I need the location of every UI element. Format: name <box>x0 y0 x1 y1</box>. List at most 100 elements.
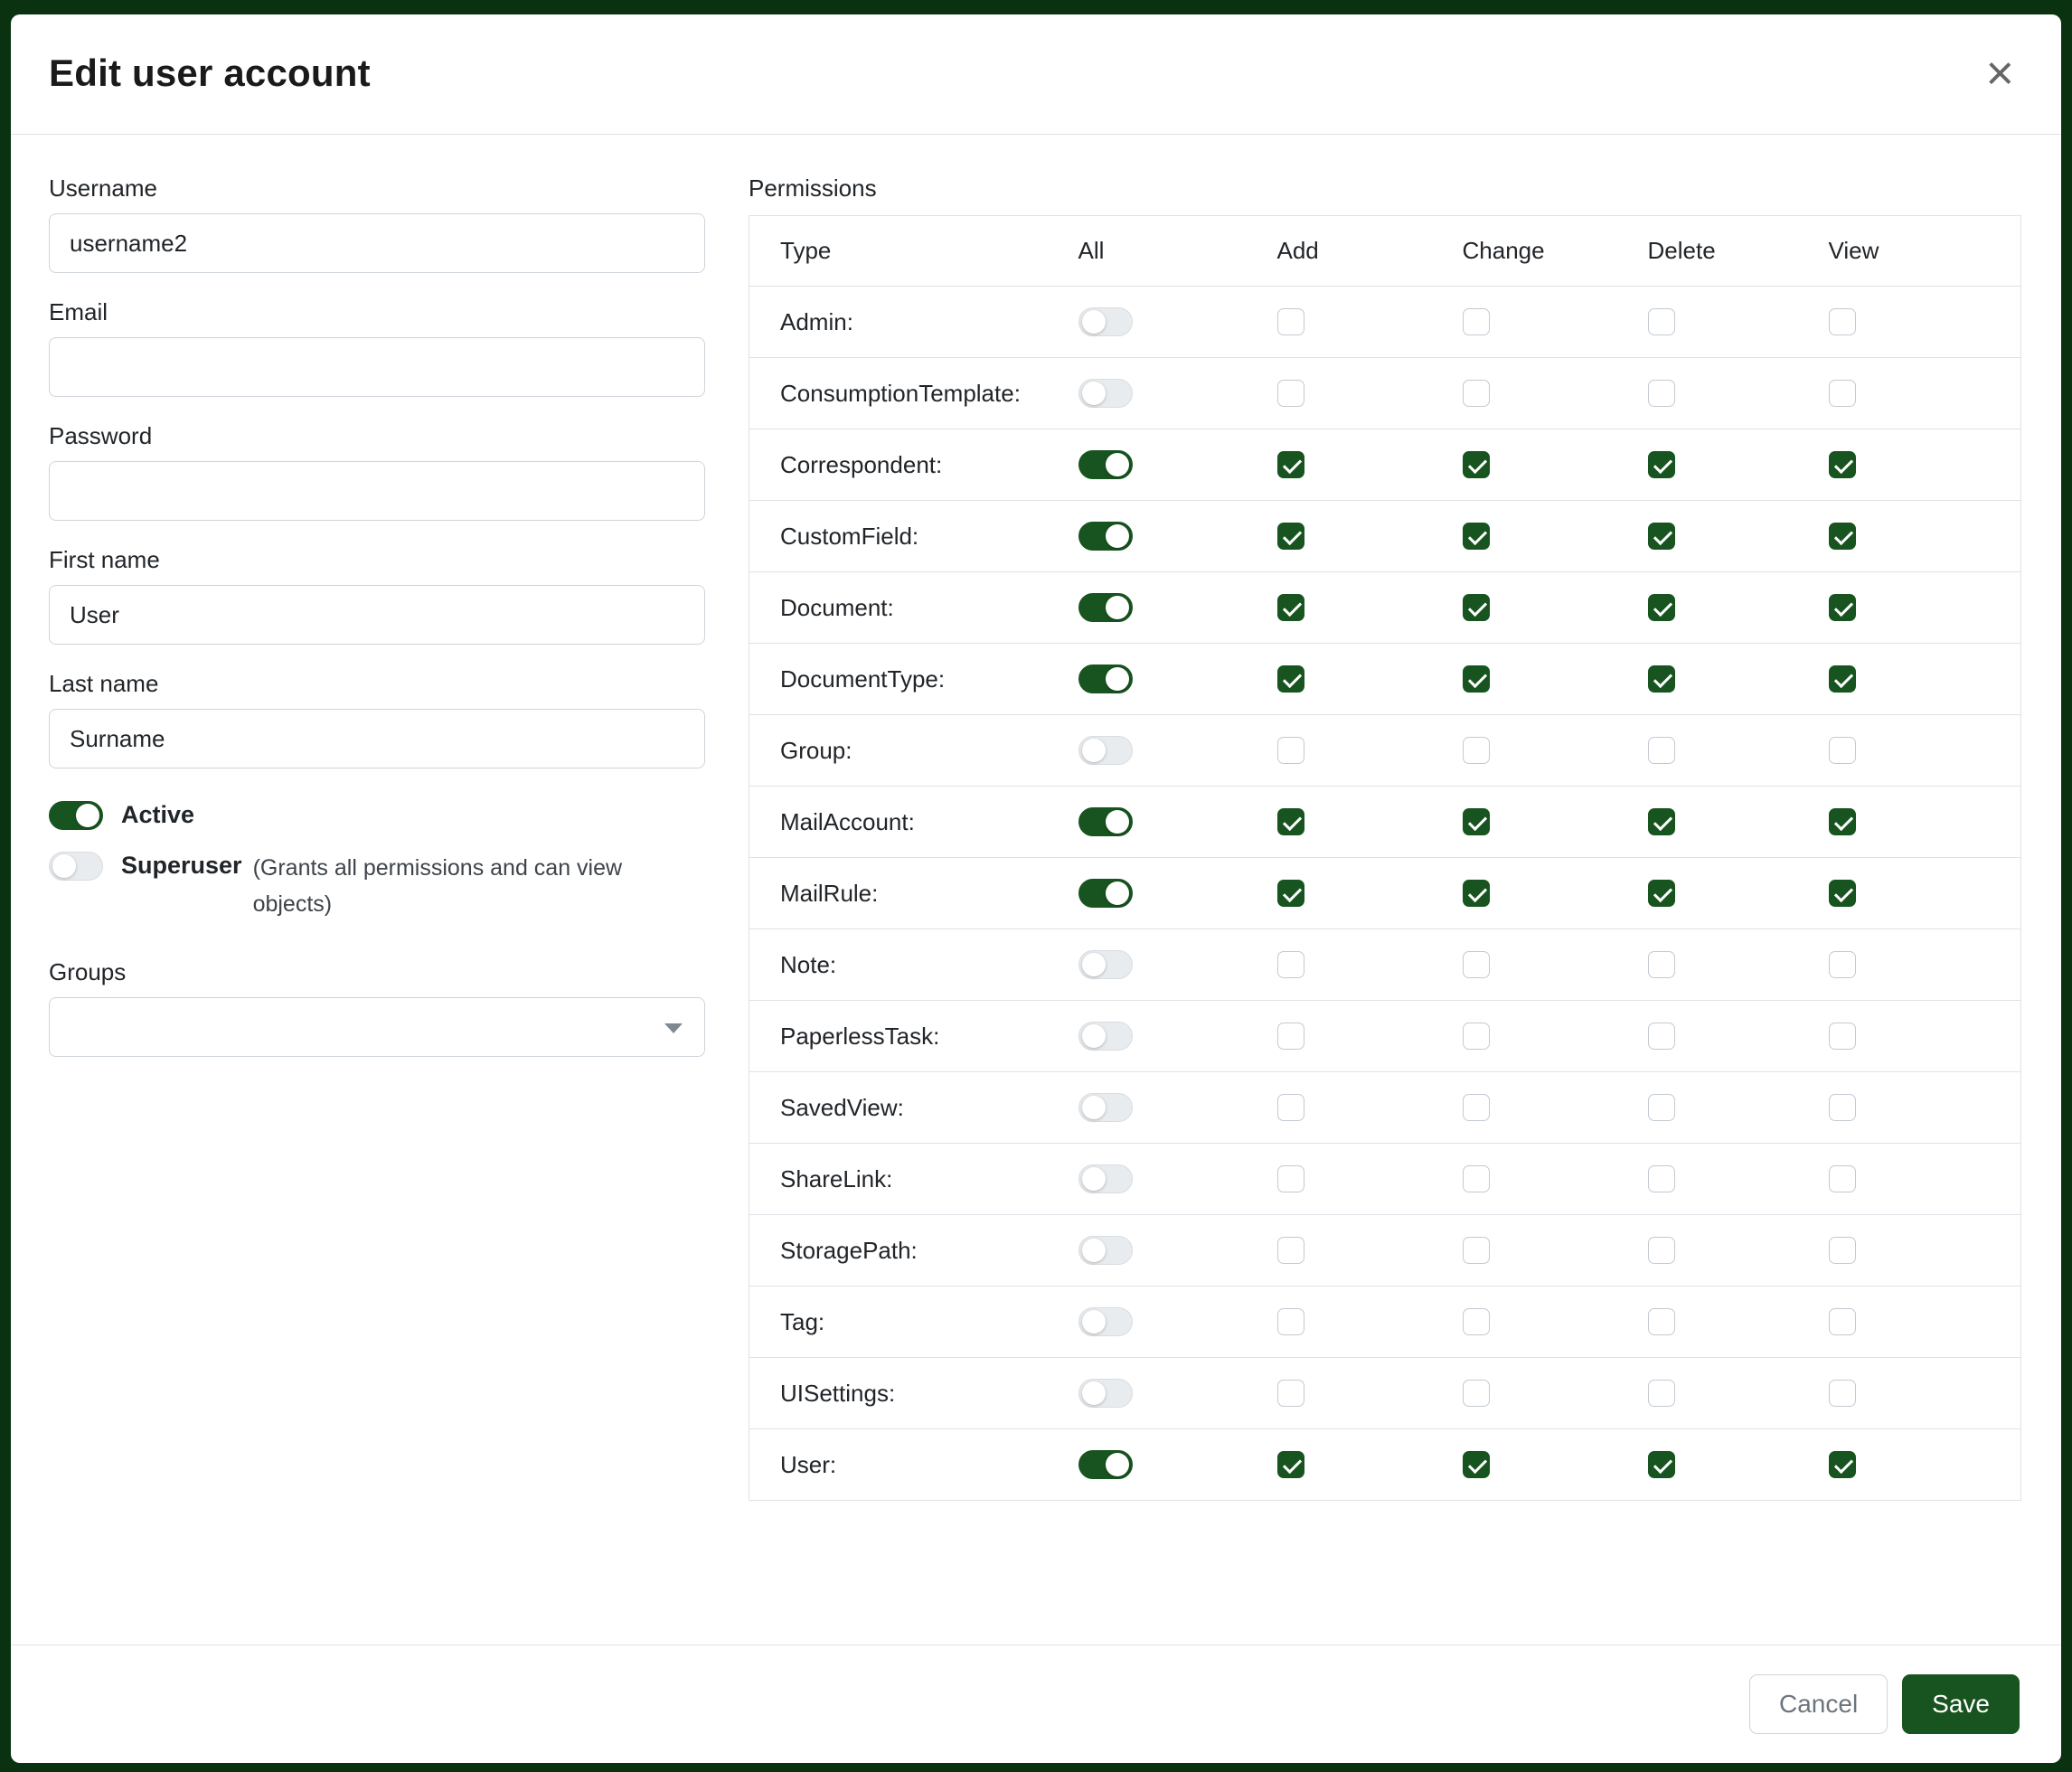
permission-delete-checkbox[interactable] <box>1648 1308 1675 1335</box>
permission-delete-checkbox[interactable] <box>1648 737 1675 764</box>
permission-delete-checkbox[interactable] <box>1648 1094 1675 1121</box>
permission-view-checkbox[interactable] <box>1829 880 1856 907</box>
permission-delete-checkbox[interactable] <box>1648 523 1675 550</box>
first-name-label: First name <box>49 546 705 574</box>
groups-select[interactable] <box>49 997 705 1057</box>
permission-all-toggle[interactable] <box>1078 307 1133 336</box>
permission-delete-checkbox[interactable] <box>1648 308 1675 335</box>
permission-all-toggle[interactable] <box>1078 807 1133 836</box>
permission-delete-checkbox[interactable] <box>1648 451 1675 478</box>
permission-all-toggle[interactable] <box>1078 450 1133 479</box>
permission-view-checkbox[interactable] <box>1829 1237 1856 1264</box>
permission-view-checkbox[interactable] <box>1829 951 1856 978</box>
permission-add-checkbox[interactable] <box>1277 308 1304 335</box>
permission-view-checkbox[interactable] <box>1829 594 1856 621</box>
permission-all-toggle[interactable] <box>1078 1450 1133 1479</box>
permission-type-label: UISettings: <box>749 1358 1048 1429</box>
permission-change-checkbox[interactable] <box>1463 951 1490 978</box>
permission-all-toggle[interactable] <box>1078 1093 1133 1122</box>
permission-delete-checkbox[interactable] <box>1648 880 1675 907</box>
permission-delete-checkbox[interactable] <box>1648 1237 1675 1264</box>
permission-all-toggle[interactable] <box>1078 379 1133 408</box>
permission-view-checkbox[interactable] <box>1829 308 1856 335</box>
permission-add-checkbox[interactable] <box>1277 665 1304 693</box>
permission-view-checkbox[interactable] <box>1829 451 1856 478</box>
permission-change-checkbox[interactable] <box>1463 1094 1490 1121</box>
permission-change-checkbox[interactable] <box>1463 808 1490 835</box>
permission-add-checkbox[interactable] <box>1277 1451 1304 1478</box>
permission-add-checkbox[interactable] <box>1277 1023 1304 1050</box>
permission-view-checkbox[interactable] <box>1829 1023 1856 1050</box>
permission-add-checkbox[interactable] <box>1277 951 1304 978</box>
first-name-input[interactable] <box>49 585 705 645</box>
permission-all-toggle[interactable] <box>1078 1379 1133 1408</box>
username-input[interactable] <box>49 213 705 273</box>
permission-view-checkbox[interactable] <box>1829 1308 1856 1335</box>
permission-delete-checkbox[interactable] <box>1648 380 1675 407</box>
permission-all-toggle[interactable] <box>1078 950 1133 979</box>
last-name-input[interactable] <box>49 709 705 768</box>
permission-delete-checkbox[interactable] <box>1648 808 1675 835</box>
permission-add-checkbox[interactable] <box>1277 1165 1304 1192</box>
cancel-button[interactable]: Cancel <box>1749 1674 1888 1734</box>
permission-view-checkbox[interactable] <box>1829 1380 1856 1407</box>
permission-delete-checkbox[interactable] <box>1648 1023 1675 1050</box>
superuser-toggle[interactable] <box>49 852 103 881</box>
permission-change-checkbox[interactable] <box>1463 451 1490 478</box>
permission-delete-checkbox[interactable] <box>1648 951 1675 978</box>
permission-view-checkbox[interactable] <box>1829 523 1856 550</box>
permission-view-checkbox[interactable] <box>1829 808 1856 835</box>
permission-add-checkbox[interactable] <box>1277 1380 1304 1407</box>
permission-all-toggle[interactable] <box>1078 593 1133 622</box>
permission-view-checkbox[interactable] <box>1829 1094 1856 1121</box>
permission-delete-checkbox[interactable] <box>1648 665 1675 693</box>
permission-add-checkbox[interactable] <box>1277 523 1304 550</box>
permission-add-checkbox[interactable] <box>1277 594 1304 621</box>
permission-view-checkbox[interactable] <box>1829 1451 1856 1478</box>
permission-change-checkbox[interactable] <box>1463 737 1490 764</box>
permission-delete-checkbox[interactable] <box>1648 594 1675 621</box>
permission-view-checkbox[interactable] <box>1829 1165 1856 1192</box>
permission-all-toggle[interactable] <box>1078 522 1133 551</box>
permission-change-checkbox[interactable] <box>1463 1237 1490 1264</box>
permission-delete-checkbox[interactable] <box>1648 1451 1675 1478</box>
permission-change-checkbox[interactable] <box>1463 1451 1490 1478</box>
toggle-knob <box>1082 1239 1106 1262</box>
close-icon[interactable]: × <box>1980 49 2020 98</box>
permission-add-checkbox[interactable] <box>1277 380 1304 407</box>
permission-view-checkbox[interactable] <box>1829 737 1856 764</box>
permission-change-checkbox[interactable] <box>1463 1165 1490 1192</box>
permission-add-checkbox[interactable] <box>1277 451 1304 478</box>
active-toggle[interactable] <box>49 801 103 830</box>
permission-add-checkbox[interactable] <box>1277 1308 1304 1335</box>
permission-add-checkbox[interactable] <box>1277 1094 1304 1121</box>
permission-change-checkbox[interactable] <box>1463 1380 1490 1407</box>
permission-all-toggle[interactable] <box>1078 736 1133 765</box>
permission-all-toggle[interactable] <box>1078 1164 1133 1193</box>
permission-change-checkbox[interactable] <box>1463 380 1490 407</box>
permission-all-toggle[interactable] <box>1078 664 1133 693</box>
permission-change-checkbox[interactable] <box>1463 594 1490 621</box>
email-field[interactable] <box>49 337 705 397</box>
permission-change-checkbox[interactable] <box>1463 523 1490 550</box>
permission-all-toggle[interactable] <box>1078 1022 1133 1051</box>
permission-add-checkbox[interactable] <box>1277 880 1304 907</box>
permission-all-toggle[interactable] <box>1078 879 1133 908</box>
permission-change-checkbox[interactable] <box>1463 880 1490 907</box>
permission-all-toggle[interactable] <box>1078 1307 1133 1336</box>
permission-delete-checkbox[interactable] <box>1648 1380 1675 1407</box>
permission-add-checkbox[interactable] <box>1277 1237 1304 1264</box>
permission-change-checkbox[interactable] <box>1463 308 1490 335</box>
permission-all-toggle[interactable] <box>1078 1236 1133 1265</box>
permission-add-checkbox[interactable] <box>1277 808 1304 835</box>
permission-change-checkbox[interactable] <box>1463 1308 1490 1335</box>
permission-change-checkbox[interactable] <box>1463 665 1490 693</box>
save-button[interactable]: Save <box>1902 1674 2020 1734</box>
permission-add-checkbox[interactable] <box>1277 737 1304 764</box>
permission-view-checkbox[interactable] <box>1829 665 1856 693</box>
password-field[interactable] <box>49 461 705 521</box>
permission-delete-checkbox[interactable] <box>1648 1165 1675 1192</box>
permission-change-checkbox[interactable] <box>1463 1023 1490 1050</box>
toggle-knob <box>1082 382 1106 405</box>
permission-view-checkbox[interactable] <box>1829 380 1856 407</box>
